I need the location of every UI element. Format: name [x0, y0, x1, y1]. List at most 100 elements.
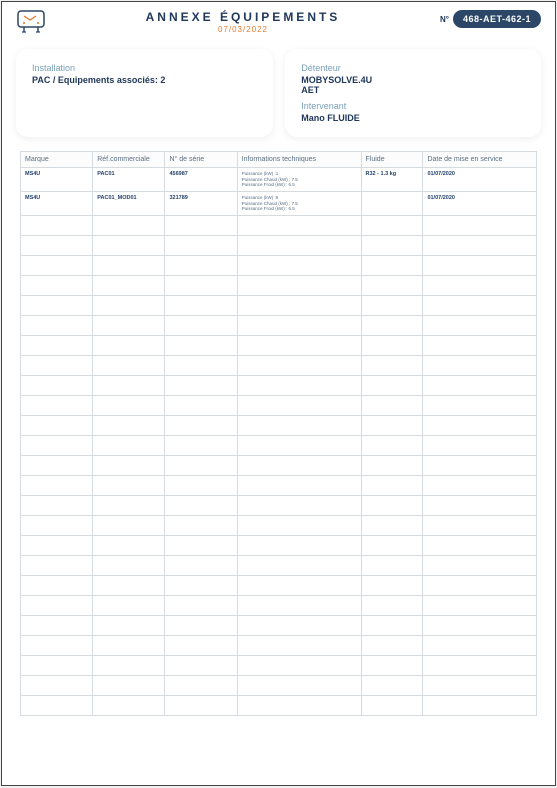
cell-fluide: R32 - 1.3 kg: [361, 168, 423, 192]
cell-empty: [165, 235, 237, 255]
cell-empty: [165, 255, 237, 275]
cell-empty: [361, 215, 423, 235]
cell-empty: [237, 435, 361, 455]
cell-empty: [93, 455, 165, 475]
cell-empty: [21, 515, 93, 535]
installation-card: Installation PAC / Equipements associés:…: [16, 49, 273, 137]
cell-empty: [21, 235, 93, 255]
cell-info: Puissance (kW) :6Puissance Chaud (kW) : …: [237, 191, 361, 215]
cell-empty: [361, 575, 423, 595]
cell-empty: [423, 615, 537, 635]
cell-empty: [361, 555, 423, 575]
cell-empty: [165, 435, 237, 455]
cell-empty: [21, 355, 93, 375]
table-row: MS4UPAC01_MOD01321789Puissance (kW) :6Pu…: [21, 191, 537, 215]
table-row-empty: [21, 315, 537, 335]
table-row-empty: [21, 635, 537, 655]
installation-label: Installation: [32, 63, 257, 73]
table-row-empty: [21, 515, 537, 535]
table-header-row: Marque Réf.commerciale N° de série Infor…: [21, 152, 537, 168]
cell-empty: [93, 235, 165, 255]
cell-empty: [423, 315, 537, 335]
cell-empty: [21, 255, 93, 275]
title-block: ANNEXE ÉQUIPEMENTS 07/03/2022: [56, 8, 430, 34]
cell-serie: 456987: [165, 168, 237, 192]
cell-empty: [165, 355, 237, 375]
document-page: ANNEXE ÉQUIPEMENTS 07/03/2022 N° 468-AET…: [1, 1, 556, 786]
cell-empty: [361, 515, 423, 535]
table-row-empty: [21, 435, 537, 455]
cell-empty: [21, 315, 93, 335]
cell-empty: [21, 455, 93, 475]
cell-empty: [237, 395, 361, 415]
table-row-empty: [21, 275, 537, 295]
cell-empty: [93, 295, 165, 315]
cell-empty: [237, 295, 361, 315]
cell-empty: [423, 675, 537, 695]
cell-empty: [423, 255, 537, 275]
table-row-empty: [21, 335, 537, 355]
cell-empty: [237, 335, 361, 355]
cell-ref: PAC01_MOD01: [93, 191, 165, 215]
page-date: 07/03/2022: [56, 25, 430, 34]
cell-empty: [361, 415, 423, 435]
cell-empty: [237, 535, 361, 555]
detenteur-line2: AET: [301, 85, 525, 95]
cell-empty: [165, 395, 237, 415]
table-row-empty: [21, 615, 537, 635]
cell-empty: [423, 435, 537, 455]
installation-value: PAC / Equipements associés: 2: [32, 75, 257, 85]
table-row-empty: [21, 295, 537, 315]
table-row-empty: [21, 475, 537, 495]
cell-empty: [21, 275, 93, 295]
cell-empty: [165, 515, 237, 535]
cell-empty: [21, 475, 93, 495]
cell-empty: [93, 335, 165, 355]
cell-empty: [93, 535, 165, 555]
cell-empty: [423, 395, 537, 415]
cell-empty: [165, 495, 237, 515]
table-row-empty: [21, 375, 537, 395]
cell-empty: [93, 495, 165, 515]
cell-empty: [93, 315, 165, 335]
cell-empty: [423, 375, 537, 395]
cell-empty: [21, 335, 93, 355]
cell-empty: [361, 435, 423, 455]
cell-empty: [165, 615, 237, 635]
cell-empty: [165, 215, 237, 235]
cell-empty: [361, 615, 423, 635]
cell-empty: [21, 575, 93, 595]
table-row-empty: [21, 355, 537, 375]
cell-empty: [423, 635, 537, 655]
parties-card: Détenteur MOBYSOLVE.4U AET Intervenant M…: [285, 49, 541, 137]
th-fluide: Fluide: [361, 152, 423, 168]
cell-empty: [93, 575, 165, 595]
cell-empty: [237, 655, 361, 675]
cell-empty: [165, 315, 237, 335]
table-row-empty: [21, 255, 537, 275]
cell-empty: [93, 415, 165, 435]
table-row-empty: [21, 535, 537, 555]
cell-empty: [93, 555, 165, 575]
cell-empty: [21, 375, 93, 395]
cell-empty: [165, 595, 237, 615]
cell-empty: [93, 255, 165, 275]
cell-empty: [21, 595, 93, 615]
cell-empty: [237, 235, 361, 255]
cell-empty: [423, 595, 537, 615]
cell-empty: [361, 475, 423, 495]
cell-empty: [361, 275, 423, 295]
cell-empty: [361, 675, 423, 695]
cell-empty: [93, 215, 165, 235]
cell-empty: [237, 475, 361, 495]
cell-empty: [423, 215, 537, 235]
cell-empty: [165, 555, 237, 575]
cell-empty: [93, 375, 165, 395]
cell-marque: MS4U: [21, 191, 93, 215]
cell-empty: [165, 475, 237, 495]
cell-empty: [361, 355, 423, 375]
cell-empty: [21, 615, 93, 635]
cell-empty: [361, 535, 423, 555]
page-title: ANNEXE ÉQUIPEMENTS: [56, 10, 430, 24]
cell-empty: [21, 395, 93, 415]
